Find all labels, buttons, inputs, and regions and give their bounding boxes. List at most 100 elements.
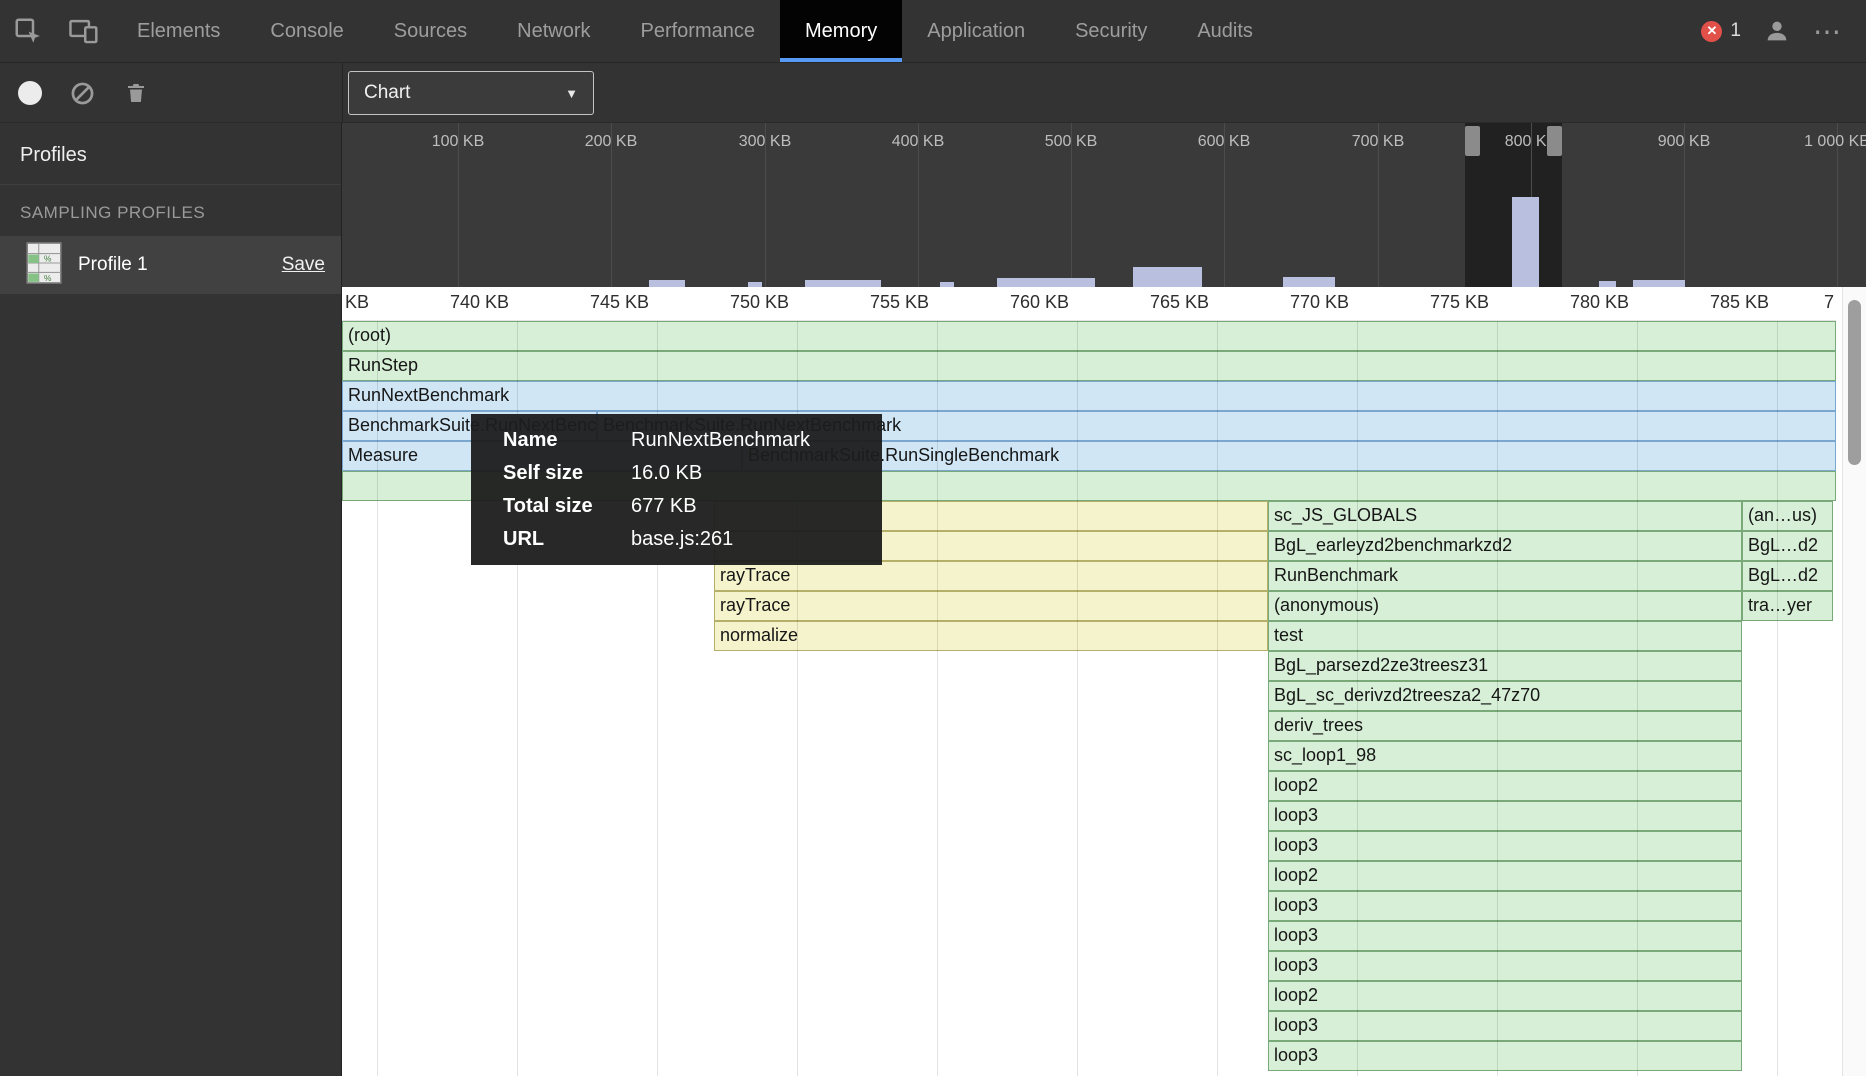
- flame-segment[interactable]: BgL_earleyzd2benchmarkzd2: [1268, 531, 1742, 561]
- flame-segment[interactable]: RunNextBenchmark: [342, 381, 1836, 411]
- toolbar-divider: [342, 63, 343, 122]
- flame-segment[interactable]: RunBenchmark: [1268, 561, 1742, 591]
- flame-chart[interactable]: NameRunNextBenchmarkSelf size16.0 KBTota…: [342, 321, 1836, 1076]
- flame-segment[interactable]: loop2: [1268, 861, 1742, 891]
- flame-segment[interactable]: (root): [342, 321, 1836, 351]
- error-badge[interactable]: ✕ 1: [1701, 20, 1741, 42]
- overview-tick-label: 100 KB: [432, 133, 484, 151]
- flame-segment[interactable]: loop3: [1268, 951, 1742, 981]
- flame-segment[interactable]: loop3: [1268, 891, 1742, 921]
- main-toolbar: ElementsConsoleSourcesNetworkPerformance…: [0, 0, 1866, 63]
- flame-segment[interactable]: loop3: [1268, 801, 1742, 831]
- record-icon: [18, 81, 42, 105]
- flame-segment[interactable]: loop3: [1268, 1041, 1742, 1071]
- flame-segment[interactable]: BgL…d2: [1742, 531, 1833, 561]
- overview-histogram-bar: [1633, 280, 1685, 287]
- flame-segment[interactable]: (an…us): [1742, 501, 1833, 531]
- flame-segment[interactable]: (anonymous): [1268, 591, 1742, 621]
- flame-segment[interactable]: loop3: [1268, 831, 1742, 861]
- overview-histogram-bar: [997, 278, 1095, 287]
- overview-histogram-bar: [649, 280, 685, 287]
- sidebar-title: Profiles: [0, 123, 341, 185]
- overview-histogram-bar: [1133, 267, 1202, 287]
- tooltip-field-value: base.js:261: [631, 523, 733, 556]
- delete-profile-button[interactable]: [110, 63, 162, 123]
- flame-segment[interactable]: BgL_sc_derivzd2treesza2_47z70: [1268, 681, 1742, 711]
- selection-left-handle[interactable]: [1465, 126, 1480, 156]
- ruler-tick-label: 775 KB: [1430, 292, 1489, 313]
- overview-histogram-bar: [805, 280, 881, 287]
- view-mode-select[interactable]: Chart ▼: [348, 71, 594, 115]
- tooltip-field-label: Name: [503, 424, 631, 457]
- memory-overview[interactable]: 100 KB200 KB300 KB400 KB500 KB600 KB700 …: [342, 123, 1866, 287]
- flame-segment[interactable]: sc_loop1_98: [1268, 741, 1742, 771]
- overview-tick-label: 500 KB: [1045, 133, 1097, 151]
- error-count: 1: [1730, 20, 1741, 42]
- ruler-tick-label: KB: [345, 292, 369, 313]
- flame-segment[interactable]: deriv_trees: [1268, 711, 1742, 741]
- flame-segment[interactable]: loop3: [1268, 1011, 1742, 1041]
- profiler-toolbar: Chart ▼: [0, 63, 1866, 123]
- ruler-tick-label: 7: [1824, 292, 1834, 313]
- overview-tick-label: 400 KB: [892, 133, 944, 151]
- vertical-scrollbar[interactable]: [1842, 287, 1866, 1076]
- tab-performance[interactable]: Performance: [616, 0, 781, 62]
- clear-button[interactable]: [56, 63, 108, 123]
- user-icon[interactable]: [1763, 17, 1791, 45]
- tooltip-field-value: RunNextBenchmark: [631, 424, 810, 457]
- svg-text:%: %: [44, 253, 52, 263]
- overview-histogram-bar: [1283, 277, 1335, 287]
- tooltip-field-label: Self size: [503, 457, 631, 490]
- device-toolbar-icon[interactable]: [56, 0, 112, 62]
- flame-gridline: [937, 321, 938, 1076]
- flame-segment[interactable]: BgL_parsezd2ze3treesz31: [1268, 651, 1742, 681]
- heap-chart-panel: 100 KB200 KB300 KB400 KB500 KB600 KB700 …: [342, 123, 1866, 1076]
- flame-gridline: [1217, 321, 1218, 1076]
- tab-console[interactable]: Console: [245, 0, 368, 62]
- devtools-tabs: ElementsConsoleSourcesNetworkPerformance…: [112, 0, 1278, 62]
- ruler-tick-label: 750 KB: [730, 292, 789, 313]
- tab-memory[interactable]: Memory: [780, 0, 902, 62]
- record-button[interactable]: [4, 63, 56, 123]
- ruler-tick-label: 780 KB: [1570, 292, 1629, 313]
- flame-segment[interactable]: sc_JS_GLOBALS: [1268, 501, 1742, 531]
- profile-item[interactable]: % % Profile 1 Save: [0, 236, 341, 294]
- heap-profile-icon: % %: [26, 242, 62, 289]
- ruler-tick-label: 740 KB: [450, 292, 509, 313]
- tooltip-field: NameRunNextBenchmark: [503, 424, 882, 457]
- flame-segment[interactable]: RunStep: [342, 351, 1836, 381]
- tab-elements[interactable]: Elements: [112, 0, 245, 62]
- tab-security[interactable]: Security: [1050, 0, 1172, 62]
- ruler-tick-label: 770 KB: [1290, 292, 1349, 313]
- chevron-down-icon: ▼: [565, 86, 578, 101]
- tab-audits[interactable]: Audits: [1172, 0, 1278, 62]
- flame-segment[interactable]: BgL…d2: [1742, 561, 1833, 591]
- error-icon: ✕: [1701, 21, 1722, 42]
- svg-text:%: %: [44, 272, 52, 282]
- flame-gridline: [1777, 321, 1778, 1076]
- flame-segment[interactable]: tra…yer: [1742, 591, 1833, 621]
- flame-segment[interactable]: loop2: [1268, 981, 1742, 1011]
- ruler-tick-label: 785 KB: [1710, 292, 1769, 313]
- more-options-icon[interactable]: ⋯: [1813, 15, 1842, 48]
- tab-sources[interactable]: Sources: [369, 0, 492, 62]
- flame-segment[interactable]: test: [1268, 621, 1742, 651]
- sidebar: Profiles SAMPLING PROFILES % % Profile 1…: [0, 123, 342, 1076]
- save-link[interactable]: Save: [282, 254, 325, 276]
- flame-tooltip: NameRunNextBenchmarkSelf size16.0 KBTota…: [471, 414, 882, 565]
- selection-right-handle[interactable]: [1547, 126, 1562, 156]
- ruler-tick-label: 745 KB: [590, 292, 649, 313]
- tooltip-field-value: 16.0 KB: [631, 457, 702, 490]
- flame-segment[interactable]: loop3: [1268, 921, 1742, 951]
- tooltip-field-label: URL: [503, 523, 631, 556]
- overview-tick-label: 200 KB: [585, 133, 637, 151]
- flame-segment[interactable]: BenchmarkSuite.RunSingleBenchmark: [742, 441, 1836, 471]
- overview-histogram-bar: [1512, 197, 1539, 287]
- tooltip-field: Total size677 KB: [503, 490, 882, 523]
- overview-tick-label: 1 000 KB: [1804, 133, 1866, 151]
- tab-application[interactable]: Application: [902, 0, 1050, 62]
- tab-network[interactable]: Network: [492, 0, 615, 62]
- flame-segment[interactable]: loop2: [1268, 771, 1742, 801]
- scrollbar-thumb[interactable]: [1848, 300, 1861, 465]
- inspect-icon[interactable]: [0, 0, 56, 62]
